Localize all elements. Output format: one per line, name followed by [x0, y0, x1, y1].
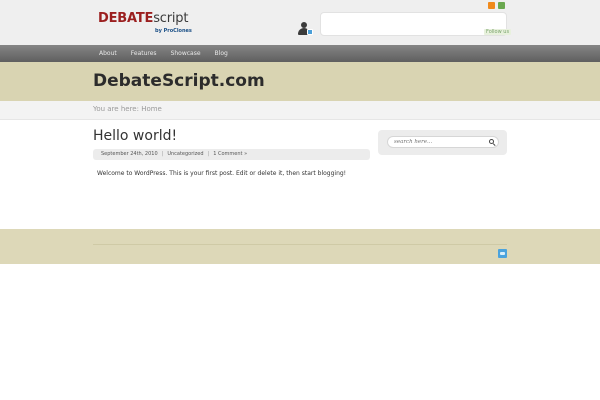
- sidebar-search: [378, 130, 507, 155]
- breadcrumb-text: You are here: Home: [93, 105, 162, 113]
- nav-item-blog[interactable]: Blog: [208, 45, 235, 62]
- main-nav: About Features Showcase Blog: [0, 45, 600, 62]
- nav-item-about[interactable]: About: [92, 45, 124, 62]
- logo-byline: by ProClones: [155, 28, 192, 34]
- search-input[interactable]: [387, 136, 499, 148]
- rss-icon[interactable]: [488, 2, 495, 9]
- nav-item-features[interactable]: Features: [124, 45, 164, 62]
- title-band: DebateScript.com: [0, 62, 600, 101]
- post-title[interactable]: Hello world!: [93, 128, 177, 144]
- twitter-icon[interactable]: [498, 249, 507, 258]
- site-title[interactable]: DebateScript.com: [93, 71, 265, 91]
- user-icon[interactable]: [298, 22, 314, 36]
- site-header: DEBATEscript by ProClones Follow us: [0, 0, 600, 45]
- footer: [0, 229, 600, 264]
- site-logo[interactable]: DEBATEscript by ProClones: [98, 12, 198, 38]
- logo-wordmark: DEBATEscript: [98, 11, 189, 26]
- footer-divider: [93, 244, 507, 245]
- mail-icon[interactable]: [498, 2, 505, 9]
- post-body: Welcome to WordPress. This is your first…: [97, 170, 347, 177]
- post-comments-link[interactable]: 1 Comment »: [213, 151, 247, 157]
- header-widget-box: [320, 12, 507, 36]
- search-icon[interactable]: [489, 139, 496, 147]
- post-date: September 24th, 2010: [101, 151, 158, 157]
- breadcrumb: You are here: Home: [0, 101, 600, 120]
- post-meta: September 24th, 2010 | Uncategorized | 1 Com…: [93, 149, 370, 160]
- post-category-link[interactable]: Uncategorized: [167, 151, 203, 157]
- follow-us-link[interactable]: Follow us: [484, 29, 512, 35]
- nav-item-showcase[interactable]: Showcase: [164, 45, 208, 62]
